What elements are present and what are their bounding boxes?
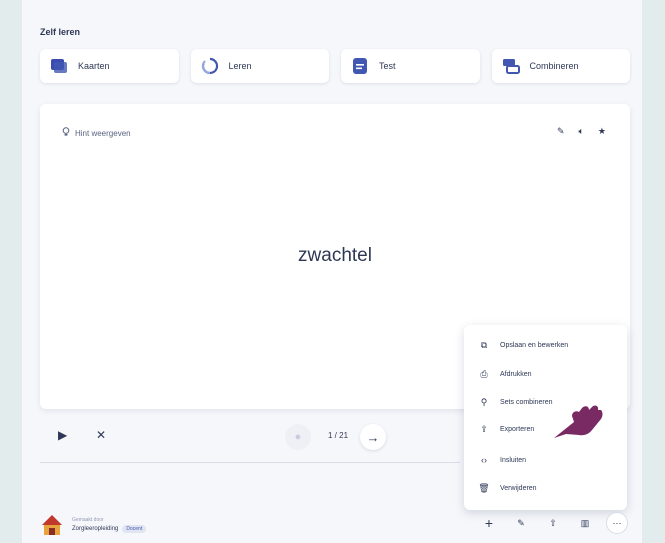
- pointing-hand-icon: [554, 405, 603, 438]
- hint-label: Hint weergeven: [75, 128, 131, 138]
- match-icon: [502, 57, 520, 75]
- set-actions: + ✎ ⇧ ▥ ⋯: [478, 512, 628, 534]
- creator-info: Gemaakt door Zorgleeropleiding Docent: [40, 513, 147, 537]
- lightbulb-icon: [62, 127, 70, 139]
- menu-item-label: Insluiten: [500, 456, 527, 464]
- previous-button[interactable]: ●: [285, 424, 311, 450]
- arrow-left-icon: ●: [294, 431, 302, 443]
- next-button[interactable]: →: [360, 424, 386, 450]
- flashcard-term: zwachtel: [298, 245, 372, 266]
- menu-item-opslaan[interactable]: ⧉ Opslaan en bewerken: [478, 336, 568, 354]
- menu-item-label: Exporteren: [500, 425, 535, 433]
- mode-button-leren[interactable]: Leren: [190, 49, 329, 83]
- arrow-right-icon: →: [366, 429, 380, 445]
- copy-icon: ⧉: [480, 339, 488, 350]
- mode-label: Combineren: [529, 61, 579, 71]
- menu-item-label: Sets combineren: [500, 398, 553, 406]
- creator-meta: Gemaakt door Zorgleeropleiding Docent: [72, 517, 147, 533]
- created-by-label: Gemaakt door: [72, 517, 104, 523]
- merge-icon: ⚲: [480, 396, 488, 407]
- creator-name[interactable]: Zorgleeropleiding: [72, 526, 118, 532]
- menu-item-afdrukken[interactable]: ⎙ Afdrukken: [478, 365, 532, 383]
- mode-label: Test: [379, 61, 396, 71]
- creator-badge: Docent: [122, 525, 147, 533]
- divider: [40, 462, 460, 463]
- print-icon: ⎙: [480, 368, 488, 379]
- card-tools: ✎ 🔈︎ ★: [557, 126, 606, 137]
- trash-icon: 🗑︎: [478, 482, 490, 493]
- mode-button-test[interactable]: Test: [341, 49, 480, 83]
- embed-icon: ‹›: [481, 455, 487, 465]
- mode-button-kaarten[interactable]: Kaarten: [40, 49, 179, 83]
- edit-pencil-icon[interactable]: ✎: [557, 126, 565, 137]
- stats-icon[interactable]: ▥: [574, 512, 596, 534]
- mode-label: Kaarten: [78, 61, 110, 71]
- export-icon: ⇪: [480, 423, 488, 434]
- autoplay-icon[interactable]: ▶: [58, 428, 67, 442]
- audio-speaker-icon[interactable]: 🔈︎: [579, 126, 584, 137]
- star-icon[interactable]: ★: [598, 126, 606, 137]
- creator-logo-icon[interactable]: [40, 513, 64, 537]
- edit-icon[interactable]: ✎: [510, 512, 532, 534]
- card-counter: 1 / 21: [328, 431, 349, 440]
- menu-item-label: Afdrukken: [500, 370, 532, 378]
- shuffle-icon[interactable]: ✕: [96, 428, 106, 442]
- mode-label: Leren: [228, 61, 252, 71]
- test-icon: [351, 57, 369, 75]
- menu-item-insluiten[interactable]: ‹› Insluiten: [478, 451, 526, 469]
- study-mode-row: Kaarten Leren Test Combineren: [40, 49, 630, 83]
- mode-button-combineren[interactable]: Combineren: [491, 49, 630, 83]
- menu-item-label: Opslaan en bewerken: [500, 341, 569, 349]
- section-title: Zelf leren: [40, 27, 81, 37]
- share-icon[interactable]: ⇧: [542, 512, 564, 534]
- learn-cycle-icon: [201, 57, 219, 75]
- hint-toggle[interactable]: Hint weergeven: [62, 127, 131, 139]
- menu-item-sets-combineren[interactable]: ⚲ Sets combineren: [478, 393, 553, 411]
- creator-name-row: Zorgleeropleiding Docent: [72, 525, 147, 533]
- menu-item-verwijderen[interactable]: 🗑︎ Verwijderen: [478, 479, 537, 497]
- cards-icon: [50, 57, 68, 75]
- more-options-icon[interactable]: ⋯: [606, 512, 628, 534]
- menu-item-label: Verwijderen: [500, 484, 537, 492]
- add-icon[interactable]: +: [478, 512, 500, 534]
- menu-item-exporteren[interactable]: ⇪ Exporteren: [478, 420, 534, 438]
